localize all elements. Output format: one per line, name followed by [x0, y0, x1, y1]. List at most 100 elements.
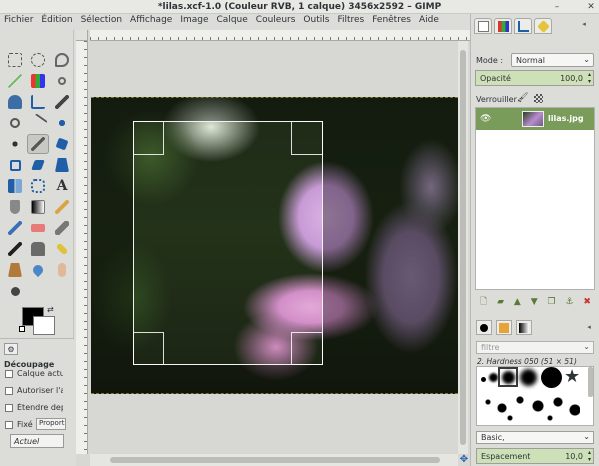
align-tool[interactable] — [4, 134, 26, 154]
lower-layer-icon[interactable]: ▼ — [531, 296, 538, 308]
crop-rectangle[interactable] — [133, 121, 323, 365]
spacing-slider[interactable]: Espacement 10,0 ▴ ▾ — [476, 448, 594, 464]
checkbox[interactable] — [5, 420, 13, 429]
vertical-scrollbar-thumb[interactable] — [460, 50, 466, 445]
blend-mode-select[interactable]: Normal ⌄ — [511, 53, 594, 67]
navigate-icon[interactable]: ✥ — [458, 454, 470, 466]
menu-fichier[interactable]: Fichier — [0, 14, 37, 28]
quick-mask-corner-button[interactable] — [76, 30, 88, 41]
dodge-burn-tool[interactable] — [4, 281, 26, 301]
menu-aide[interactable]: Aide — [415, 14, 443, 28]
checkbox[interactable] — [5, 403, 13, 412]
measure-tool[interactable] — [27, 113, 49, 133]
brush-filter-input[interactable]: filtre ⌄ — [476, 341, 594, 354]
menu-outils[interactable]: Outils — [299, 14, 333, 28]
foreground-select-tool[interactable] — [4, 92, 26, 112]
close-button[interactable]: ✕ — [586, 2, 596, 12]
splatter-brush-icon[interactable] — [480, 392, 580, 422]
minimize-button[interactable]: – — [552, 2, 562, 12]
fixed-option[interactable]: Fixé : — [5, 420, 37, 429]
dock-menu-icon-2[interactable]: ◂ — [585, 323, 593, 331]
perspective-clone-tool[interactable] — [4, 260, 26, 280]
clone-tool[interactable] — [27, 239, 49, 259]
text-tool[interactable]: A — [51, 176, 73, 196]
ellipse-select-tool[interactable] — [27, 50, 49, 70]
tab-layers[interactable] — [474, 18, 492, 34]
menu-selection[interactable]: Sélection — [77, 14, 126, 28]
tab-patterns[interactable] — [496, 320, 512, 335]
tab-paths[interactable] — [514, 18, 532, 34]
tab-channels[interactable] — [494, 18, 512, 34]
scissors-tool[interactable] — [51, 71, 73, 91]
heal-tool[interactable] — [51, 239, 73, 259]
expand-from-center-option[interactable]: Étendre depuis — [5, 403, 63, 412]
new-layer-group-icon[interactable]: ▰ — [497, 296, 504, 308]
aspect-current-select[interactable]: Actuel — [10, 434, 64, 448]
opacity-slider[interactable]: Opacité 100,0 ▴ ▾ — [475, 70, 594, 86]
color-picker-tool[interactable] — [51, 92, 73, 112]
visibility-eye-icon[interactable]: 👁 — [480, 115, 492, 124]
allow-growing-option[interactable]: Autoriser l'agra — [5, 386, 63, 395]
cage-tool[interactable] — [27, 176, 49, 196]
checkbox[interactable] — [5, 386, 13, 395]
spin-arrows-icon[interactable]: ▴ ▾ — [588, 71, 591, 85]
tab-gradients[interactable] — [516, 320, 532, 335]
horizontal-scrollbar-thumb[interactable] — [110, 457, 440, 463]
rect-select-tool[interactable] — [4, 50, 26, 70]
dock-menu-icon[interactable]: ◂ — [580, 20, 588, 28]
fuzzy-select-tool[interactable] — [4, 71, 26, 91]
crop-handle-top-right[interactable] — [291, 121, 323, 155]
pencil-tool[interactable] — [51, 197, 73, 217]
spin-arrows-icon[interactable]: ▴ ▾ — [588, 449, 591, 463]
swap-colors-icon[interactable]: ⇄ — [47, 305, 54, 314]
ink-tool[interactable] — [4, 239, 26, 259]
lock-alpha-icon[interactable] — [534, 94, 543, 103]
bucket-fill-tool[interactable] — [4, 197, 26, 217]
rotate-tool[interactable] — [51, 134, 73, 154]
crop-handle-top-left[interactable] — [133, 121, 164, 155]
menu-affichage[interactable]: Affichage — [126, 14, 176, 28]
star-brush-icon[interactable]: ★ — [564, 367, 580, 387]
vertical-ruler[interactable] — [76, 41, 88, 454]
lock-pixels-icon[interactable]: 🖌 — [517, 93, 528, 103]
color-select-tool[interactable] — [27, 71, 49, 91]
free-select-tool[interactable] — [51, 50, 73, 70]
flip-tool[interactable] — [4, 176, 26, 196]
perspective-tool[interactable] — [51, 155, 73, 175]
menu-edition[interactable]: Édition — [37, 14, 76, 28]
blur-tool[interactable] — [27, 260, 49, 280]
raise-layer-icon[interactable]: ▲ — [514, 296, 521, 308]
delete-layer-icon[interactable]: ✖ — [583, 296, 591, 308]
layer-name[interactable]: lilas.jpg — [548, 114, 584, 123]
brush-preset-select[interactable]: Basic, ⌄ — [476, 431, 594, 444]
horizontal-ruler[interactable] — [90, 30, 470, 41]
brush-item[interactable] — [481, 377, 486, 382]
checkbox[interactable] — [5, 369, 13, 378]
brush-item[interactable] — [541, 367, 562, 388]
default-colors-icon[interactable] — [19, 326, 25, 332]
crop-tool[interactable] — [27, 134, 49, 154]
tab-undo-history[interactable] — [534, 18, 552, 34]
menu-image[interactable]: Image — [176, 14, 212, 28]
zoom-tool[interactable] — [4, 113, 26, 133]
brush-item[interactable] — [520, 369, 537, 386]
brush-item[interactable] — [489, 373, 498, 382]
menu-filtres[interactable]: Filtres — [333, 14, 368, 28]
smudge-tool[interactable] — [51, 260, 73, 280]
background-color[interactable] — [33, 316, 55, 335]
current-layer-only-option[interactable]: Calque actuel s — [5, 369, 63, 378]
crop-handle-bottom-left[interactable] — [133, 332, 164, 365]
menu-calque[interactable]: Calque — [213, 14, 252, 28]
blend-tool[interactable] — [27, 197, 49, 217]
shear-tool[interactable] — [27, 155, 49, 175]
eraser-tool[interactable] — [27, 218, 49, 238]
move-tool[interactable] — [51, 113, 73, 133]
paths-tool[interactable] — [27, 92, 49, 112]
menu-fenetres[interactable]: Fenêtres — [368, 14, 415, 28]
new-layer-icon[interactable]: 🗋 — [480, 296, 487, 308]
scale-tool[interactable] — [4, 155, 26, 175]
crop-handle-bottom-right[interactable] — [291, 332, 323, 365]
airbrush-tool[interactable] — [51, 218, 73, 238]
tab-brushes[interactable] — [476, 320, 492, 335]
menu-couleurs[interactable]: Couleurs — [252, 14, 300, 28]
